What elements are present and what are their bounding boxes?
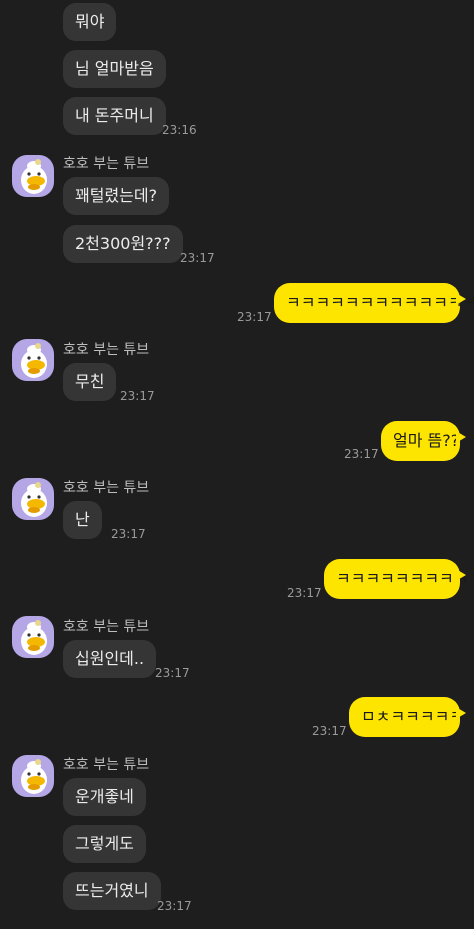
message-bubble-outgoing[interactable]: ㅋㅋㅋㅋㅋㅋㅋㅋㅋㅋㅋㅋㅋ (274, 283, 474, 323)
sender-name: 호호 부는 튜브 (63, 619, 150, 635)
avatar[interactable] (12, 616, 54, 658)
tube-duck-avatar-icon (21, 759, 47, 794)
message-timestamp: 23:17 (237, 310, 272, 324)
message-bubble-outgoing[interactable]: 얼마 뜸?? (381, 421, 466, 461)
sender-name: 호호 부는 튜브 (63, 342, 150, 358)
avatar[interactable] (12, 755, 54, 797)
message-bubble-incoming[interactable]: 2천300원??? (63, 225, 183, 263)
message-timestamp: 23:17 (111, 527, 146, 541)
message-bubble-incoming[interactable]: 님 얼마받음 (63, 50, 166, 88)
tube-duck-avatar-icon (21, 343, 47, 378)
sender-name: 호호 부는 튜브 (63, 156, 150, 172)
avatar[interactable] (12, 478, 54, 520)
message-timestamp: 23:16 (162, 123, 197, 137)
message-timestamp: 23:17 (120, 389, 155, 403)
message-bubble-incoming[interactable]: 뭐야 (63, 3, 117, 41)
message-bubble-outgoing[interactable]: ㅋㅋㅋㅋㅋㅋㅋㅋㅋㅋ (324, 559, 474, 599)
message-timestamp: 23:17 (155, 666, 190, 680)
message-bubble-incoming[interactable]: 꽤털렸는데? (63, 177, 170, 215)
message-timestamp: 23:17 (344, 447, 379, 461)
sender-name: 호호 부는 튜브 (63, 757, 150, 773)
message-bubble-incoming[interactable]: 무친 (63, 363, 117, 401)
avatar[interactable] (12, 155, 54, 197)
message-bubble-incoming[interactable]: 운개좋네 (63, 778, 146, 816)
sender-name: 호호 부는 튜브 (63, 480, 150, 496)
message-bubble-incoming[interactable]: 뜨는거였니 (63, 872, 161, 910)
message-bubble-outgoing[interactable]: ㅁㅊㅋㅋㅋㅋㅋ (349, 697, 466, 737)
message-bubble-incoming[interactable]: 그렇게도 (63, 825, 146, 863)
message-bubble-incoming[interactable]: 난 (63, 501, 102, 539)
tube-duck-avatar-icon (21, 620, 47, 655)
avatar[interactable] (12, 339, 54, 381)
message-timestamp: 23:17 (180, 251, 215, 265)
tube-duck-avatar-icon (21, 159, 47, 194)
message-timestamp: 23:17 (312, 724, 347, 738)
message-timestamp: 23:17 (157, 899, 192, 913)
message-timestamp: 23:17 (287, 586, 322, 600)
message-bubble-incoming[interactable]: 내 돈주머니 (63, 97, 166, 135)
message-bubble-incoming[interactable]: 십원인데.. (63, 640, 157, 678)
tube-duck-avatar-icon (21, 482, 47, 517)
